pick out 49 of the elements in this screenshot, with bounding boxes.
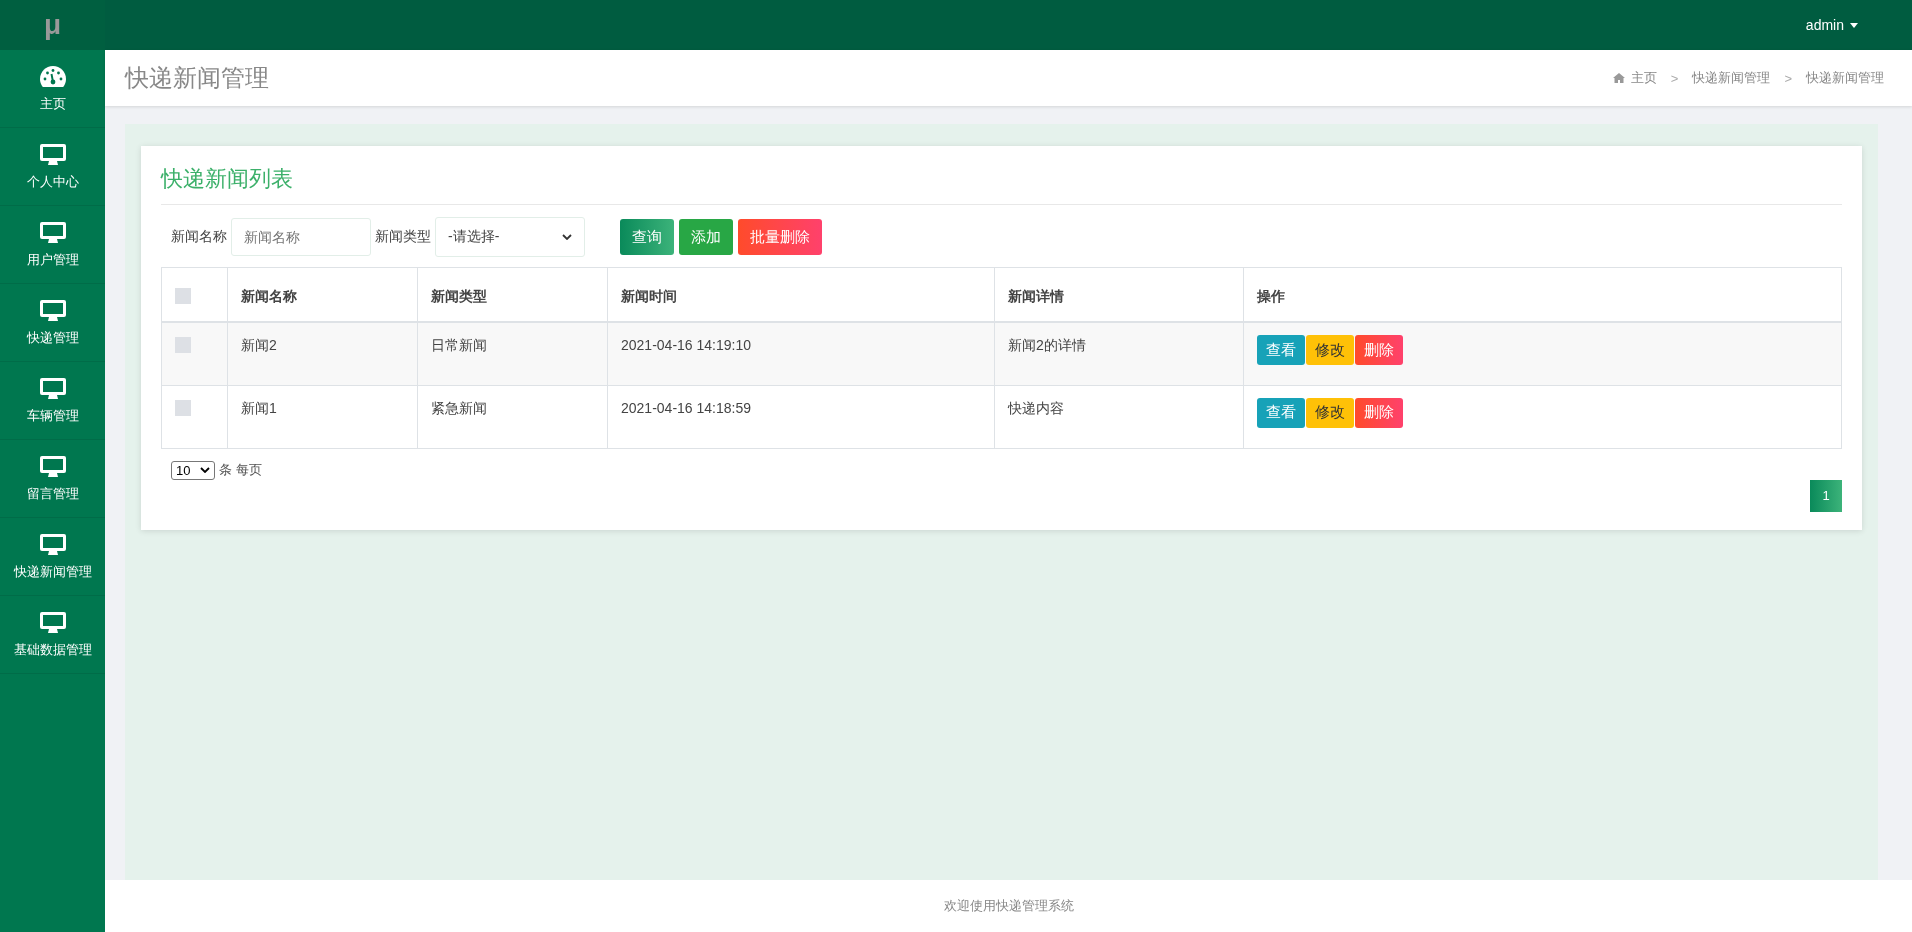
row-checkbox[interactable] (175, 399, 191, 416)
monitor-icon (38, 376, 67, 401)
select-all-checkbox[interactable] (175, 288, 191, 304)
view-button[interactable]: 查看 (1257, 335, 1305, 365)
row-checkbox[interactable] (175, 337, 191, 353)
filter-label: 新闻名称 (171, 228, 227, 246)
chevron-down-icon (562, 234, 572, 240)
type-select[interactable]: -请选择- (435, 217, 585, 257)
table-cell: 新闻2 (227, 322, 418, 385)
name-input-field[interactable]: 新闻名称 (231, 218, 371, 256)
user-menu[interactable]: admin (1805, 17, 1858, 33)
page-size-select[interactable]: 10 (171, 460, 215, 480)
monitor-icon (38, 142, 67, 167)
query-button[interactable]: 查询 (620, 219, 674, 255)
footer-text: 欢迎使用快递管理系统 (105, 880, 1912, 932)
table-cell: 快递内容 (994, 385, 1244, 448)
edit-button[interactable]: 修改 (1306, 335, 1354, 365)
card-title: 快递新闻列表 (161, 164, 1842, 205)
page-title: 快递新闻管理 (125, 63, 269, 93)
page-link[interactable]: 1 (1810, 479, 1842, 512)
table-cell: 2021-04-16 14:18:59 (607, 385, 995, 448)
home-icon (1612, 73, 1625, 83)
table-cell: 2021-04-16 14:19:10 (607, 322, 995, 385)
breadcrumb-separator: > (1784, 70, 1792, 86)
monitor-icon (38, 532, 67, 557)
dashboard-icon (38, 64, 67, 89)
table-cell: 新闻2的详情 (994, 322, 1244, 385)
danger-button[interactable]: 批量删除 (738, 219, 822, 255)
breadcrumb-link[interactable]: 快递新闻管理 (1806, 69, 1884, 87)
danger-button[interactable]: 删除 (1355, 397, 1403, 428)
breadcrumb-link[interactable]: 主页 (1630, 69, 1657, 87)
page-size-label: 条 每页 (219, 461, 262, 479)
breadcrumb-separator: > (1670, 70, 1679, 86)
monitor-icon (38, 298, 67, 323)
breadcrumb-link[interactable]: 快递新闻管理 (1692, 69, 1771, 87)
logo: μ (0, 0, 105, 50)
view-button[interactable]: 查看 (1257, 397, 1305, 428)
filter-label: 新闻类型 (375, 228, 431, 246)
table-cell: 日常新闻 (417, 322, 608, 385)
table-cell: 新闻1 (227, 385, 418, 448)
chevron-down-icon (200, 467, 210, 473)
monitor-icon (38, 220, 67, 245)
edit-button[interactable]: 修改 (1306, 397, 1354, 428)
table-cell: 紧急新闻 (417, 385, 608, 448)
monitor-icon (38, 454, 67, 479)
caret-icon (1850, 22, 1858, 28)
add-button[interactable]: 添加 (679, 219, 733, 255)
danger-button[interactable]: 删除 (1355, 335, 1403, 365)
monitor-icon (38, 610, 67, 635)
